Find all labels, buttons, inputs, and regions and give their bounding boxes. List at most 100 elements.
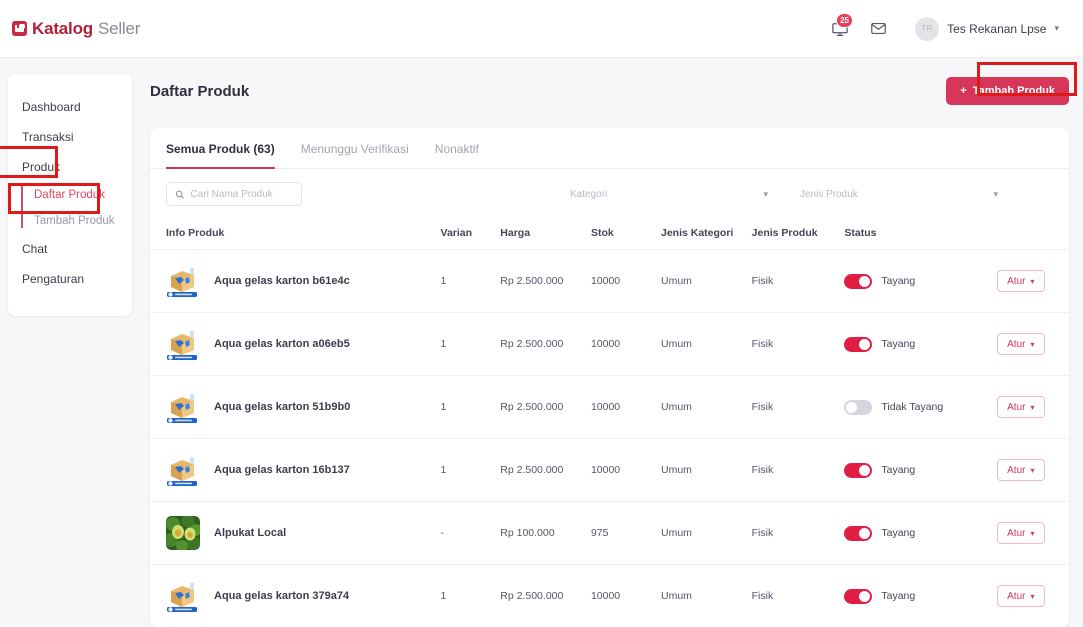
cell-status: Tayang <box>844 565 996 627</box>
product-tabs: Semua Produk (63) Menunggu Verifikasi No… <box>150 128 1069 169</box>
sidebar-item-dashboard[interactable]: Dashboard <box>8 92 132 122</box>
chevron-down-icon: ▾ <box>763 189 768 200</box>
atur-button-label: Atur <box>1007 402 1025 413</box>
search-input[interactable] <box>191 189 293 200</box>
plus-icon: + <box>960 85 966 97</box>
cell-status: Tayang <box>844 502 996 565</box>
cell-varian: - <box>441 502 501 565</box>
cell-jenis-produk: Fisik <box>752 313 845 376</box>
cell-jenis-produk: Fisik <box>752 250 845 313</box>
cell-stok: 10000 <box>591 313 661 376</box>
atur-button[interactable]: Atur ▾ <box>997 459 1045 481</box>
status-label: Tayang <box>881 464 915 476</box>
cell-jenis-produk: Fisik <box>752 439 845 502</box>
table-row[interactable]: Aqua gelas karton b61e4c1Rp 2.500.000100… <box>150 250 1069 313</box>
cell-action: Atur▾ <box>997 565 1069 627</box>
cell-jenis-kategori: Umum <box>661 376 752 439</box>
tab-menunggu-verifikasi[interactable]: Menunggu Verifikasi <box>301 128 409 169</box>
table-body: Aqua gelas karton b61e4c1Rp 2.500.000100… <box>150 250 1069 627</box>
status-label: Tayang <box>881 338 915 350</box>
chevron-down-icon: ▾ <box>993 189 998 200</box>
user-name-label: Tes Rekanan Lpse <box>947 22 1046 36</box>
product-thumbnail <box>166 579 200 613</box>
header-actions: 25 TR Tes Rekanan Lpse ▾ <box>829 17 1059 41</box>
cell-stok: 10000 <box>591 439 661 502</box>
column-header-jenis-produk: Jenis Produk <box>752 219 845 250</box>
status-toggle[interactable] <box>844 526 872 541</box>
search-box[interactable] <box>166 182 302 206</box>
cell-stok: 10000 <box>591 376 661 439</box>
table-row[interactable]: Aqua gelas karton 16b1371Rp 2.500.000100… <box>150 439 1069 502</box>
sidebar-submenu-produk: Daftar Produk Tambah Produk <box>8 182 132 234</box>
column-header-varian: Varian <box>441 219 501 250</box>
tab-nonaktif[interactable]: Nonaktif <box>435 128 479 169</box>
table-header: Info Produk Varian Harga Stok Jenis Kate… <box>150 219 1069 250</box>
kategori-dropdown[interactable]: Kategori ▾ <box>561 182 777 206</box>
atur-button[interactable]: Atur▾ <box>997 396 1045 418</box>
page-header: Daftar Produk + Tambah Produk <box>150 74 1069 108</box>
atur-button[interactable]: Atur▾ <box>997 270 1045 292</box>
katalog-logo-icon <box>12 21 27 36</box>
product-name: Alpukat Local <box>214 527 286 539</box>
sidebar-item-label: Pengaturan <box>22 272 84 286</box>
sidebar-item-daftar-produk[interactable]: Daftar Produk <box>22 182 132 208</box>
status-label: Tayang <box>881 275 915 287</box>
tab-semua-produk[interactable]: Semua Produk (63) <box>166 128 275 169</box>
product-table: Info Produk Varian Harga Stok Jenis Kate… <box>150 219 1069 627</box>
status-toggle[interactable] <box>844 274 872 289</box>
cell-varian: 1 <box>441 250 501 313</box>
sidebar-item-tambah-produk[interactable]: Tambah Produk <box>22 208 132 234</box>
chevron-down-icon: ▾ <box>1030 466 1034 475</box>
product-thumbnail <box>166 327 200 361</box>
envelope-icon[interactable] <box>867 18 889 40</box>
cell-action: Atur▾ <box>997 313 1069 376</box>
sidebar-item-chat[interactable]: Chat <box>8 234 132 264</box>
notification-count-badge: 25 <box>836 13 853 28</box>
atur-button-label: Atur <box>1007 528 1025 539</box>
page-title: Daftar Produk <box>150 83 249 100</box>
user-menu[interactable]: TR Tes Rekanan Lpse ▾ <box>915 17 1059 41</box>
chevron-down-icon: ▾ <box>1030 340 1034 349</box>
brand-name-primary: Katalog <box>32 19 93 39</box>
sidebar-item-transaksi[interactable]: Transaksi <box>8 122 132 152</box>
column-header-action <box>997 219 1069 250</box>
jenis-produk-dropdown-label: Jenis Produk <box>800 189 858 200</box>
brand-name-secondary: Seller <box>98 19 140 39</box>
column-header-harga: Harga <box>500 219 591 250</box>
cell-jenis-kategori: Umum <box>661 565 752 627</box>
status-label: Tayang <box>881 590 915 602</box>
tab-label: Menunggu Verifikasi <box>301 142 409 156</box>
product-name: Aqua gelas karton b61e4c <box>214 275 350 287</box>
status-toggle[interactable] <box>844 337 872 352</box>
tab-label: Nonaktif <box>435 142 479 156</box>
tab-label: Semua Produk (63) <box>166 142 275 156</box>
sidebar-item-label: Produk <box>22 160 60 174</box>
atur-button[interactable]: Atur▾ <box>997 585 1045 607</box>
table-row[interactable]: Aqua gelas karton 51b9b01Rp 2.500.000100… <box>150 376 1069 439</box>
status-toggle[interactable] <box>844 589 872 604</box>
cell-status: Tayang <box>844 313 996 376</box>
table-row[interactable]: Aqua gelas karton 379a741Rp 2.500.000100… <box>150 565 1069 627</box>
cell-harga: Rp 2.500.000 <box>500 439 591 502</box>
sidebar-item-label: Dashboard <box>22 100 81 114</box>
status-label: Tayang <box>881 527 915 539</box>
monitor-notification-icon[interactable]: 25 <box>829 18 851 40</box>
cell-stok: 10000 <box>591 565 661 627</box>
add-product-button[interactable]: + Tambah Produk <box>946 77 1069 105</box>
product-thumbnail <box>166 390 200 424</box>
atur-button-label: Atur <box>1007 465 1025 476</box>
status-toggle[interactable] <box>844 463 872 478</box>
brand-logo[interactable]: Katalog Seller <box>12 19 140 39</box>
sidebar-subitem-label: Tambah Produk <box>34 215 115 227</box>
column-header-status: Status <box>844 219 996 250</box>
cell-action: Atur▾ <box>997 250 1069 313</box>
cell-jenis-produk: Fisik <box>752 376 845 439</box>
atur-button[interactable]: Atur▾ <box>997 333 1045 355</box>
table-row[interactable]: Aqua gelas karton a06eb51Rp 2.500.000100… <box>150 313 1069 376</box>
sidebar-item-pengaturan[interactable]: Pengaturan <box>8 264 132 294</box>
status-toggle[interactable] <box>844 400 872 415</box>
table-row[interactable]: Alpukat Local-Rp 100.000975UmumFisikTaya… <box>150 502 1069 565</box>
sidebar-item-produk[interactable]: Produk <box>8 152 132 182</box>
atur-button[interactable]: Atur▾ <box>997 522 1045 544</box>
jenis-produk-dropdown[interactable]: Jenis Produk ▾ <box>791 182 1007 206</box>
